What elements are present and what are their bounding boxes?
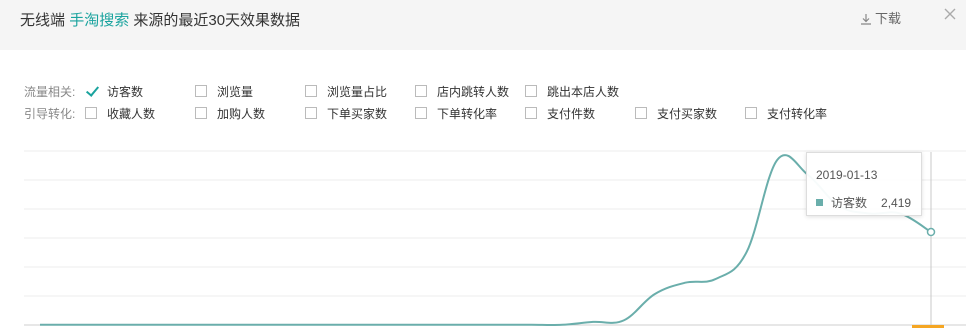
metric-option-label: 加购人数: [217, 106, 266, 121]
metric-option-label: 下单买家数: [327, 106, 388, 121]
checkbox[interactable]: [195, 107, 207, 119]
checkbox[interactable]: [415, 85, 427, 97]
metric-option-pageviews[interactable]: 浏览量: [195, 83, 305, 100]
metric-option-label: 支付转化率: [767, 106, 828, 121]
checkbox[interactable]: [525, 107, 537, 119]
checkbox[interactable]: [85, 85, 97, 97]
title-prefix: 无线端: [20, 12, 66, 29]
metric-option-paid-buyers[interactable]: 支付买家数: [635, 105, 745, 122]
tooltip-row: 访客数 2,419: [816, 194, 911, 211]
metric-option-label: 访客数: [107, 84, 144, 99]
download-label: 下载: [875, 11, 902, 26]
tooltip-date: 2019-01-13: [816, 168, 878, 182]
metric-filters: 流量相关: 访客数 浏览量 浏览量占比 店内跳转人数 跳出本店人数 引导转化: …: [24, 80, 855, 124]
dialog-title: 无线端 手淘搜索 来源的最近30天效果数据: [20, 10, 300, 32]
tooltip-series-name: 访客数: [831, 196, 868, 210]
metric-option-label: 跳出本店人数: [547, 84, 620, 99]
metric-option-label: 下单转化率: [437, 106, 498, 121]
metric-option-add-to-cart[interactable]: 加购人数: [195, 105, 305, 122]
metric-option-order-buyers[interactable]: 下单买家数: [305, 105, 415, 122]
metric-option-label: 收藏人数: [107, 106, 156, 121]
checkbox[interactable]: [415, 107, 427, 119]
metric-option-favorites[interactable]: 收藏人数: [85, 105, 195, 122]
traffic-source-dialog: 无线端 手淘搜索 来源的最近30天效果数据 下载 流量相关: 访客数 浏览量 浏…: [0, 0, 966, 328]
metric-option-paid-items[interactable]: 支付件数: [525, 105, 635, 122]
metric-option-pageview-share[interactable]: 浏览量占比: [305, 83, 415, 100]
metric-option-order-rate[interactable]: 下单转化率: [415, 105, 525, 122]
metric-option-visitors[interactable]: 访客数: [85, 83, 195, 100]
filter-row-conversion: 引导转化: 收藏人数 加购人数 下单买家数 下单转化率 支付件数 支付买家数 支…: [24, 102, 855, 124]
metric-option-paid-rate[interactable]: 支付转化率: [745, 105, 855, 122]
metric-option-label: 浏览量: [217, 84, 254, 99]
tooltip-value: 2,419: [881, 195, 912, 210]
chart-tooltip: 2019-01-13 访客数 2,419: [806, 152, 922, 216]
checkbox[interactable]: [525, 85, 537, 97]
checkbox[interactable]: [635, 107, 647, 119]
metric-option-exits[interactable]: 跳出本店人数: [525, 83, 635, 100]
metric-option-label: 浏览量占比: [327, 84, 388, 99]
download-button[interactable]: 下载: [860, 10, 901, 28]
checkbox[interactable]: [85, 107, 97, 119]
filter-group-label: 引导转化:: [24, 106, 76, 121]
title-suffix: 来源的最近30天效果数据: [133, 12, 301, 29]
title-source-name: 手淘搜索: [69, 12, 130, 29]
filter-row-traffic: 流量相关: 访客数 浏览量 浏览量占比 店内跳转人数 跳出本店人数: [24, 80, 855, 102]
series-swatch: [816, 199, 823, 206]
data-point-highlight[interactable]: [926, 227, 936, 237]
metric-option-in-store-jumps[interactable]: 店内跳转人数: [415, 83, 525, 100]
metric-option-label: 支付件数: [547, 106, 596, 121]
checkbox[interactable]: [745, 107, 757, 119]
checkbox[interactable]: [305, 85, 317, 97]
series-line-visitors: [40, 154, 932, 327]
dialog-header: 无线端 手淘搜索 来源的最近30天效果数据 下载: [0, 0, 966, 50]
close-icon[interactable]: [942, 6, 958, 22]
metric-option-label: 店内跳转人数: [437, 84, 510, 99]
download-icon: [861, 14, 871, 25]
checkbox[interactable]: [195, 85, 207, 97]
filter-group-label: 流量相关:: [24, 84, 76, 99]
checkbox[interactable]: [305, 107, 317, 119]
metric-option-label: 支付买家数: [657, 106, 718, 121]
